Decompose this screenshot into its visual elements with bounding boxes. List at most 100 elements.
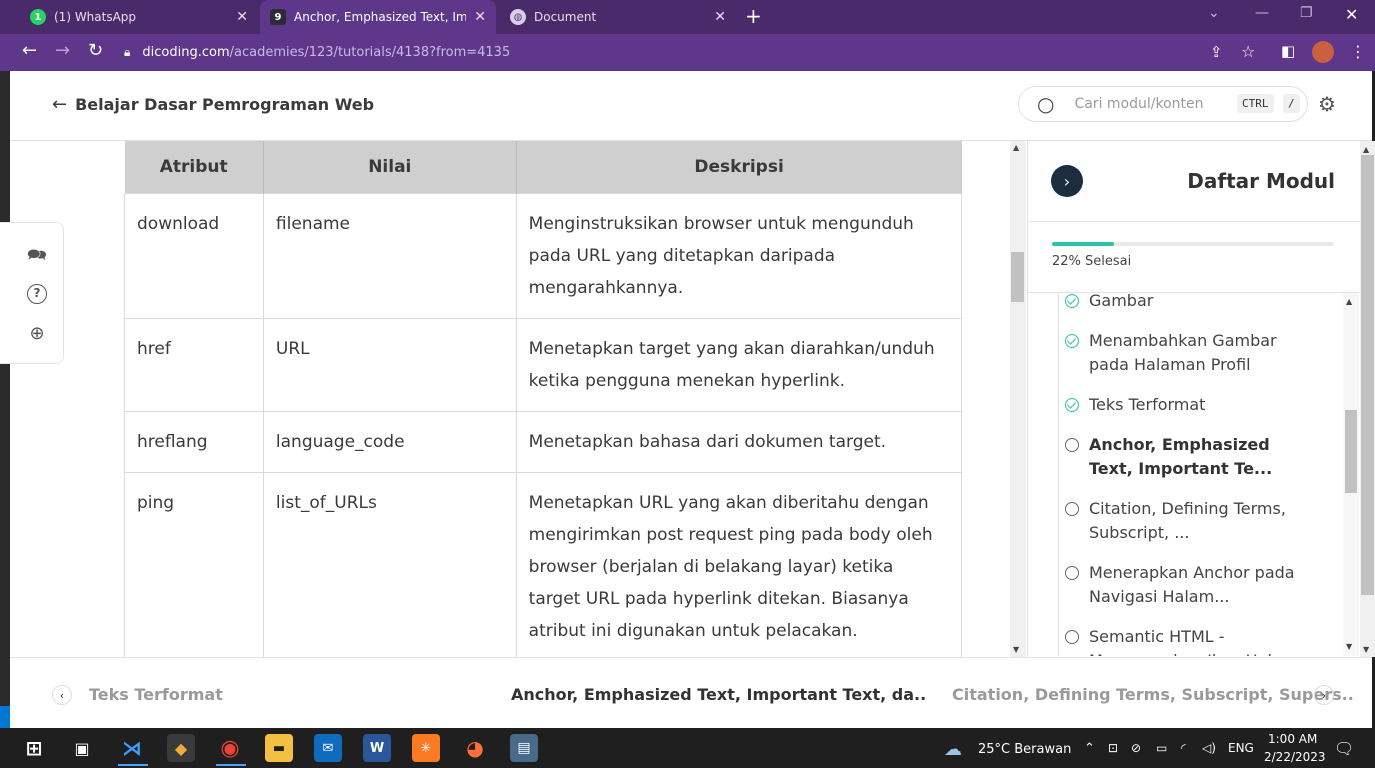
lock-icon: 🔒︎: [124, 44, 131, 59]
tab-search-icon[interactable]: ⌄: [1208, 5, 1220, 21]
check-circle-icon: [1065, 294, 1079, 308]
security-icon[interactable]: ⊘: [1131, 741, 1141, 755]
firefox-icon[interactable]: ◕: [461, 734, 489, 762]
back-arrow-icon[interactable]: ←: [22, 40, 37, 61]
table-cell: href: [124, 317, 264, 412]
remote-desktop-icon[interactable]: ▤: [510, 734, 538, 762]
current-lesson-label: Anchor, Emphasized Text, Important Text,…: [511, 685, 927, 704]
settings-gear-icon[interactable]: ⚙: [1318, 92, 1336, 116]
module-item[interactable]: Gambar: [1065, 293, 1314, 313]
prev-lesson-link[interactable]: Teks Terformat: [89, 685, 223, 704]
notifications-icon[interactable]: 🗨︎: [1334, 739, 1354, 758]
back-arrow-icon: ←: [52, 94, 68, 115]
scroll-down-arrow-icon[interactable]: ▼: [1363, 645, 1369, 654]
battery-icon[interactable]: ▭: [1156, 741, 1167, 755]
side-panel-icon[interactable]: ◧: [1281, 42, 1295, 60]
clock-date[interactable]: 2/22/2023: [1264, 750, 1326, 764]
module-label: Anchor, Emphasized Text, Important Te...: [1089, 435, 1273, 478]
scroll-up-arrow-icon[interactable]: ▲: [1013, 143, 1019, 152]
scroll-up-arrow-icon[interactable]: ▲: [1346, 297, 1352, 306]
module-item[interactable]: Teks Terformat: [1065, 393, 1314, 417]
main-scrollbar-thumb[interactable]: [1011, 252, 1024, 302]
more-menu-icon[interactable]: ⋮: [1350, 42, 1366, 61]
module-search-input[interactable]: ○ Cari modul/konten CTRL /: [1018, 86, 1308, 122]
progress-fill: [1052, 242, 1115, 246]
discussion-icon[interactable]: 🗪︎: [27, 245, 47, 265]
minimize-button[interactable]: —: [1255, 5, 1269, 21]
scroll-down-arrow-icon[interactable]: ▼: [1013, 645, 1019, 654]
close-icon[interactable]: ✕: [236, 9, 248, 25]
weather-text[interactable]: 25°C Berawan: [978, 742, 1071, 757]
module-item[interactable]: Menerapkan Anchor pada Navigasi Halam...: [1065, 561, 1314, 609]
reload-icon[interactable]: ↻: [88, 40, 103, 61]
windows-start-icon[interactable]: ⊞: [20, 734, 48, 762]
table-cell: list_of_URLs: [262, 471, 517, 662]
chrome-icon[interactable]: ◉: [216, 734, 244, 762]
module-list: Gambar Menambahkan Gambar pada Halaman P…: [1058, 293, 1343, 656]
table-cell: URL: [262, 317, 517, 412]
help-icon[interactable]: ?: [27, 284, 47, 304]
volume-icon[interactable]: ◁): [1202, 741, 1216, 755]
chevron-right-icon: ›: [1321, 688, 1327, 702]
mail-icon[interactable]: ✉: [314, 734, 342, 762]
search-placeholder: Cari modul/konten: [1074, 96, 1204, 112]
restore-button[interactable]: ❐: [1300, 5, 1313, 21]
network-icon[interactable]: ⊡: [1108, 741, 1118, 755]
table-cell: Menetapkan target yang akan diarahkan/un…: [515, 317, 963, 412]
git-icon[interactable]: ◆: [167, 734, 195, 762]
file-explorer-icon[interactable]: ▬: [265, 734, 293, 762]
module-item[interactable]: Citation, Defining Terms, Subscript, ...: [1065, 497, 1314, 545]
table-row: download filename Menginstruksikan brows…: [124, 192, 963, 319]
divider: [1027, 221, 1360, 222]
table-cell: Menginstruksikan browser untuk mengunduh…: [515, 192, 963, 319]
support-icon[interactable]: ⊕: [27, 324, 47, 344]
bookmark-star-icon[interactable]: ☆: [1241, 42, 1255, 61]
main-scrollbar[interactable]: [1010, 141, 1026, 657]
table-row: href URL Menetapkan target yang akan dia…: [124, 317, 963, 412]
table-header: Atribut: [124, 141, 264, 193]
next-lesson-button[interactable]: ›: [1314, 685, 1334, 705]
word-icon[interactable]: W: [363, 734, 391, 762]
module-item-current[interactable]: Anchor, Emphasized Text, Important Te...: [1065, 433, 1314, 481]
share-icon[interactable]: ⇪: [1210, 43, 1223, 61]
url-field[interactable]: 🔒︎ dicoding.com/academies/123/tutorials/…: [118, 39, 1268, 65]
tab-document[interactable]: ◍ Document ✕: [500, 0, 736, 34]
tab-title: (1) WhatsApp: [54, 10, 137, 24]
close-window-button[interactable]: ✕: [1345, 5, 1358, 24]
new-tab-button[interactable]: +: [745, 4, 762, 28]
table-cell: hreflang: [124, 410, 264, 473]
chevron-left-icon: ‹: [59, 688, 65, 702]
module-item[interactable]: Semantic HTML - Menggunakan Ikon Hal...: [1065, 625, 1314, 656]
language-indicator[interactable]: ENG: [1228, 741, 1254, 755]
attribute-table: Atribut Nilai Deskripsi download filenam…: [124, 141, 963, 662]
forward-arrow-icon[interactable]: →: [55, 40, 70, 61]
check-circle-icon: [1065, 398, 1079, 412]
windows-taskbar: [0, 728, 1375, 768]
table-cell: filename: [262, 192, 517, 319]
tab-whatsapp[interactable]: 1 (1) WhatsApp ✕: [20, 0, 258, 34]
circle-icon: [1065, 630, 1079, 644]
task-view-icon[interactable]: ▣: [68, 734, 96, 762]
clock-time[interactable]: 1:00 AM: [1268, 732, 1317, 746]
close-icon[interactable]: ✕: [474, 9, 486, 25]
scroll-down-arrow-icon[interactable]: ▼: [1346, 642, 1352, 651]
vscode-icon[interactable]: ⋊: [118, 734, 146, 762]
chevron-up-icon[interactable]: ⌃: [1084, 741, 1095, 756]
wifi-icon[interactable]: ◜: [1181, 741, 1186, 755]
next-lesson-link[interactable]: Citation, Defining Terms, Subscript, Sup…: [952, 685, 1354, 704]
tab-anchor[interactable]: 9 Anchor, Emphasized Text, Import ✕: [260, 0, 496, 34]
module-list-scrollbar-thumb[interactable]: [1345, 410, 1357, 493]
xampp-icon[interactable]: ✳: [412, 734, 440, 762]
scroll-up-arrow-icon[interactable]: ▲: [1363, 145, 1369, 154]
table-header: Nilai: [263, 141, 517, 193]
module-item[interactable]: Menambahkan Gambar pada Halaman Profil: [1065, 329, 1314, 377]
progress-bar: [1052, 242, 1334, 246]
prev-lesson-button[interactable]: ‹: [52, 685, 72, 705]
profile-avatar[interactable]: [1312, 41, 1334, 63]
tab-title: Anchor, Emphasized Text, Import: [294, 10, 467, 24]
back-to-course-link[interactable]: ← Belajar Dasar Pemrograman Web: [52, 94, 374, 115]
close-icon[interactable]: ✕: [714, 9, 726, 25]
page-scrollbar-thumb[interactable]: [1361, 155, 1374, 595]
collapse-panel-button[interactable]: ›: [1051, 165, 1083, 197]
module-label: Semantic HTML - Menggunakan Ikon Hal...: [1089, 627, 1287, 656]
